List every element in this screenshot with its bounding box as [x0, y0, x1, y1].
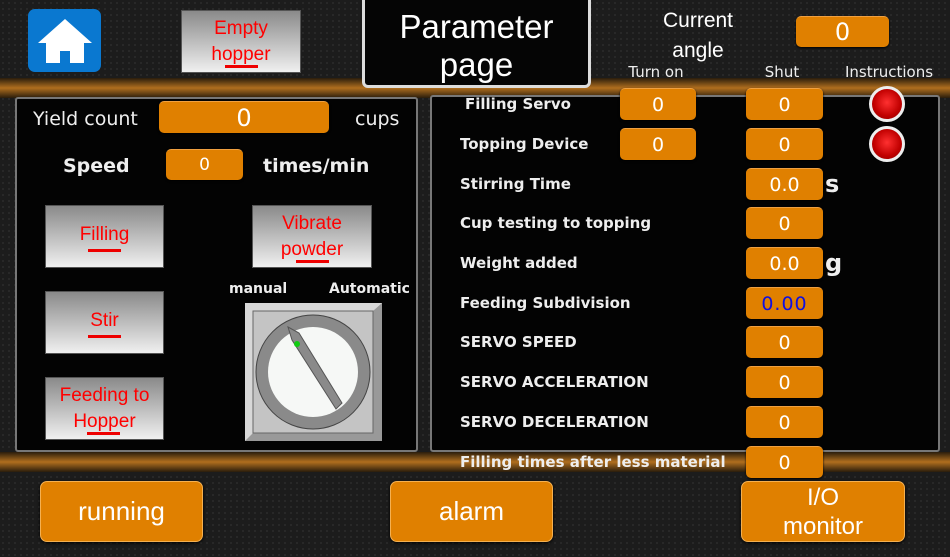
home-icon: [37, 18, 92, 63]
feeding-subdivision-field[interactable]: 0.00: [746, 287, 823, 319]
feeding-subdivision-label: Feeding Subdivision: [460, 294, 631, 312]
filling-servo-indicator-light: [869, 86, 905, 122]
column-turn-on: Turn on: [628, 63, 684, 81]
servo-deceleration-field[interactable]: 0: [746, 406, 823, 438]
mode-selector-switch[interactable]: [245, 303, 382, 441]
shortcut-underline: [87, 431, 120, 435]
weight-added-unit: g: [825, 249, 843, 277]
current-angle-label: Current angle: [662, 9, 734, 62]
page-title-box: Parameter page: [362, 0, 591, 88]
vibrate-powder-button[interactable]: Vibrate powder: [252, 205, 372, 268]
cup-testing-to-topping-field[interactable]: 0: [746, 207, 823, 239]
cup-testing-to-topping-label: Cup testing to topping: [460, 214, 652, 232]
manual-label: manual: [229, 281, 288, 297]
speed-unit: times/min: [263, 155, 370, 177]
speed-label: Speed: [63, 155, 130, 177]
filling-times-after-less-material-label: Filling times after less material: [460, 453, 726, 471]
column-instructions: Instructions: [844, 63, 934, 81]
topping-device-indicator-light: [869, 126, 905, 162]
alarm-button[interactable]: alarm: [390, 481, 553, 542]
running-button[interactable]: running: [40, 481, 203, 542]
filling-times-after-less-material-field[interactable]: 0: [746, 446, 823, 478]
shortcut-underline: [88, 334, 121, 338]
feeding-to-hopper-button[interactable]: Feeding to Hopper: [45, 377, 164, 440]
stirring-time-unit: s: [825, 170, 840, 198]
topping-device-turn-on-field[interactable]: 0: [620, 128, 696, 160]
servo-speed-field[interactable]: 0: [746, 326, 823, 358]
yield-count-label: Yield count: [33, 108, 138, 130]
filling-servo-shut-field[interactable]: 0: [746, 88, 823, 120]
servo-acceleration-label: SERVO ACCELERATION: [460, 373, 649, 391]
weight-added-label: Weight added: [460, 254, 578, 272]
filling-button[interactable]: Filling: [45, 205, 164, 268]
filling-servo-label: Filling Servo: [465, 95, 571, 113]
yield-count-value: 0: [159, 101, 329, 133]
current-angle-value: 0: [796, 16, 889, 47]
stirring-time-label: Stirring Time: [460, 175, 571, 193]
automatic-label: Automatic: [329, 281, 410, 297]
yield-unit: cups: [355, 108, 400, 130]
weight-added-field[interactable]: 0.0: [746, 247, 823, 279]
servo-deceleration-label: SERVO DECELERATION: [460, 413, 649, 431]
home-button[interactable]: [28, 9, 101, 72]
page-title: Parameter page: [399, 8, 554, 83]
empty-hopper-button[interactable]: Empty hopper: [181, 10, 301, 73]
topping-device-shut-field[interactable]: 0: [746, 128, 823, 160]
speed-value: 0: [166, 149, 243, 180]
servo-acceleration-field[interactable]: 0: [746, 366, 823, 398]
stir-button[interactable]: Stir: [45, 291, 164, 354]
column-shut: Shut: [764, 63, 800, 81]
io-monitor-button[interactable]: I/O monitor: [741, 481, 905, 542]
rotary-switch-icon: [245, 303, 382, 441]
servo-speed-label: SERVO SPEED: [460, 333, 577, 351]
filling-servo-turn-on-field[interactable]: 0: [620, 88, 696, 120]
stirring-time-field[interactable]: 0.0: [746, 168, 823, 200]
shortcut-underline: [88, 248, 121, 252]
topping-device-label: Topping Device: [460, 135, 589, 153]
shortcut-underline: [224, 64, 258, 68]
shortcut-underline: [295, 259, 329, 263]
